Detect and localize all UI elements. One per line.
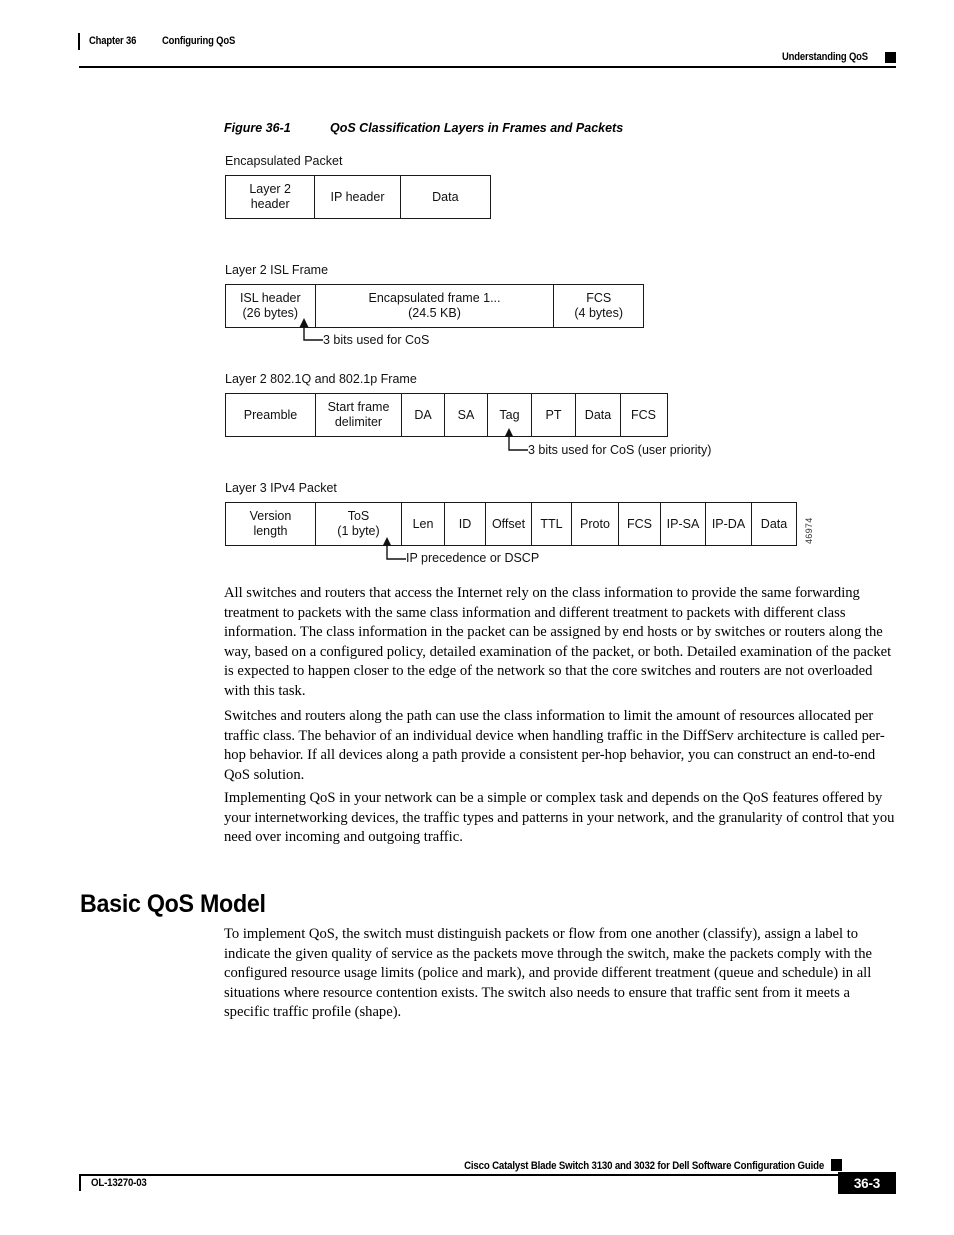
pkt-cell-line1: FCS bbox=[627, 516, 652, 531]
pkt-cell-proto: Proto bbox=[572, 503, 619, 545]
pkt-cell-line2: (26 bytes) bbox=[242, 306, 299, 320]
pkt-cell-8021q-data: Data bbox=[576, 394, 621, 436]
pkt-cell-preamble: Preamble bbox=[226, 394, 316, 436]
diagram-label-8021q-frame: Layer 2 802.1Q and 802.1p Frame bbox=[225, 372, 417, 386]
pkt-cell-version-length: Version length bbox=[226, 503, 316, 545]
pkt-cell-line2: length bbox=[253, 524, 288, 538]
running-header-section: Understanding QoS bbox=[768, 49, 896, 65]
diagram-label-isl-frame: Layer 2 ISL Frame bbox=[225, 263, 329, 277]
callout-text-ip-precedence: IP precedence or DSCP bbox=[406, 551, 540, 565]
diagram-encapsulated-packet: Layer 2 header IP header Data bbox=[225, 175, 491, 219]
header-chapter-title: Configuring QoS bbox=[161, 35, 235, 47]
pkt-cell-encapsulated-frame: Encapsulated frame 1... (24.5 KB) bbox=[316, 285, 555, 327]
footer-guide-title: Cisco Catalyst Blade Switch 3130 and 303… bbox=[464, 1160, 824, 1172]
header-left-rule bbox=[78, 32, 80, 50]
pkt-cell-line1: Proto bbox=[580, 516, 610, 531]
diagram-label-encapsulated-packet: Encapsulated Packet bbox=[225, 154, 343, 168]
pkt-cell-start-frame-delimiter: Start frame delimiter bbox=[316, 394, 402, 436]
pkt-cell-line1: FCS bbox=[631, 407, 656, 422]
pkt-cell-ip-da: IP-DA bbox=[706, 503, 752, 545]
section-heading-basic-qos-model: Basic QoS Model bbox=[80, 890, 266, 918]
pkt-cell-line1: IP header bbox=[330, 189, 385, 204]
body-paragraph-basic-qos-model: To implement QoS, the switch must distin… bbox=[224, 926, 873, 1020]
pkt-cell-line2: (4 bytes) bbox=[574, 306, 624, 320]
diagram-label-ipv4-packet: Layer 3 IPv4 Packet bbox=[225, 481, 337, 495]
pkt-cell-data: Data bbox=[401, 176, 490, 218]
pkt-cell-line1: IP-DA bbox=[711, 516, 746, 531]
footer-page-number-badge: 36-3 bbox=[838, 1172, 896, 1194]
pkt-cell-line2: (1 byte) bbox=[337, 524, 380, 538]
pkt-cell-ttl: TTL bbox=[532, 503, 572, 545]
diagram-8021q-frame: Preamble Start frame delimiter DA SA Tag… bbox=[225, 393, 668, 437]
pkt-cell-line1: Version bbox=[249, 509, 292, 524]
pkt-cell-line1: Start frame bbox=[327, 400, 390, 415]
pkt-cell-line1: Data bbox=[432, 189, 459, 204]
callout-text-isl-cos: 3 bits used for CoS bbox=[323, 333, 430, 347]
pkt-cell-ipv4-data: Data bbox=[752, 503, 796, 545]
diagram-isl-frame: ISL header (26 bytes) Encapsulated frame… bbox=[225, 284, 644, 328]
pkt-cell-line1: Offset bbox=[491, 516, 526, 531]
pkt-cell-line1: Preamble bbox=[243, 407, 298, 422]
pkt-cell-line1: SA bbox=[457, 407, 475, 422]
pkt-cell-line2: delimiter bbox=[334, 415, 383, 429]
footer-square-marker-icon bbox=[831, 1159, 842, 1171]
diagram-ipv4-packet: Version length ToS (1 byte) Len ID Offse… bbox=[225, 502, 797, 546]
figure-number: Figure 36-1 bbox=[224, 121, 291, 135]
footer-horizontal-rule bbox=[79, 1174, 896, 1176]
figure-title: QoS Classification Layers in Frames and … bbox=[330, 121, 624, 135]
callout-text-8021q-cos: 3 bits used for CoS (user priority) bbox=[528, 443, 712, 457]
header-chapter-number: Chapter 36 bbox=[89, 35, 137, 47]
pkt-cell-ipv4-fcs: FCS bbox=[619, 503, 661, 545]
pkt-cell-sa: SA bbox=[445, 394, 488, 436]
running-header-chapter: Chapter 36 Configuring QoS bbox=[78, 32, 247, 50]
pkt-cell-line1: Encapsulated frame 1... bbox=[368, 291, 501, 306]
pkt-cell-line1: Tag bbox=[499, 407, 520, 422]
pkt-cell-line1: DA bbox=[414, 407, 432, 422]
pkt-cell-line2: (24.5 KB) bbox=[408, 306, 461, 320]
pkt-cell-ip-header: IP header bbox=[315, 176, 401, 218]
pkt-cell-line1: PT bbox=[545, 407, 562, 422]
pkt-cell-offset: Offset bbox=[486, 503, 532, 545]
pkt-cell-line1: Data bbox=[584, 407, 612, 422]
figure-art-id: 46974 bbox=[804, 517, 814, 544]
pkt-cell-line1: Data bbox=[760, 516, 788, 531]
footer-left-rule bbox=[79, 1174, 81, 1191]
footer-document-number: OL-13270-03 bbox=[91, 1177, 147, 1189]
pkt-cell-8021q-fcs: FCS bbox=[621, 394, 666, 436]
header-square-marker-icon bbox=[885, 51, 896, 63]
pkt-cell-line1: FCS bbox=[586, 291, 612, 306]
header-section-title: Understanding QoS bbox=[782, 51, 868, 63]
header-horizontal-rule bbox=[79, 66, 896, 68]
pkt-cell-line1: TTL bbox=[540, 516, 563, 531]
body-paragraph-1: All switches and routers that access the… bbox=[224, 585, 892, 699]
pkt-cell-line1: ID bbox=[458, 516, 472, 531]
pkt-cell-line1: IP-SA bbox=[666, 516, 700, 531]
pkt-cell-line1: ISL header bbox=[239, 291, 301, 306]
pkt-cell-id: ID bbox=[445, 503, 486, 545]
pkt-cell-line1: Len bbox=[412, 516, 434, 531]
pkt-cell-line1: Layer 2 bbox=[249, 182, 292, 197]
body-paragraph-2: Switches and routers along the path can … bbox=[224, 708, 885, 783]
body-paragraph-3: Implementing QoS in your network can be … bbox=[224, 790, 895, 845]
pkt-cell-line2: header bbox=[250, 197, 290, 211]
pkt-cell-layer2-header: Layer 2 header bbox=[226, 176, 316, 218]
pkt-cell-da: DA bbox=[402, 394, 445, 436]
pkt-cell-line1: ToS bbox=[347, 509, 370, 524]
pkt-cell-ip-sa: IP-SA bbox=[661, 503, 706, 545]
figure-caption: Figure 36-1 QoS Classification Layers in … bbox=[224, 121, 623, 135]
pkt-cell-isl-fcs: FCS (4 bytes) bbox=[554, 285, 643, 327]
